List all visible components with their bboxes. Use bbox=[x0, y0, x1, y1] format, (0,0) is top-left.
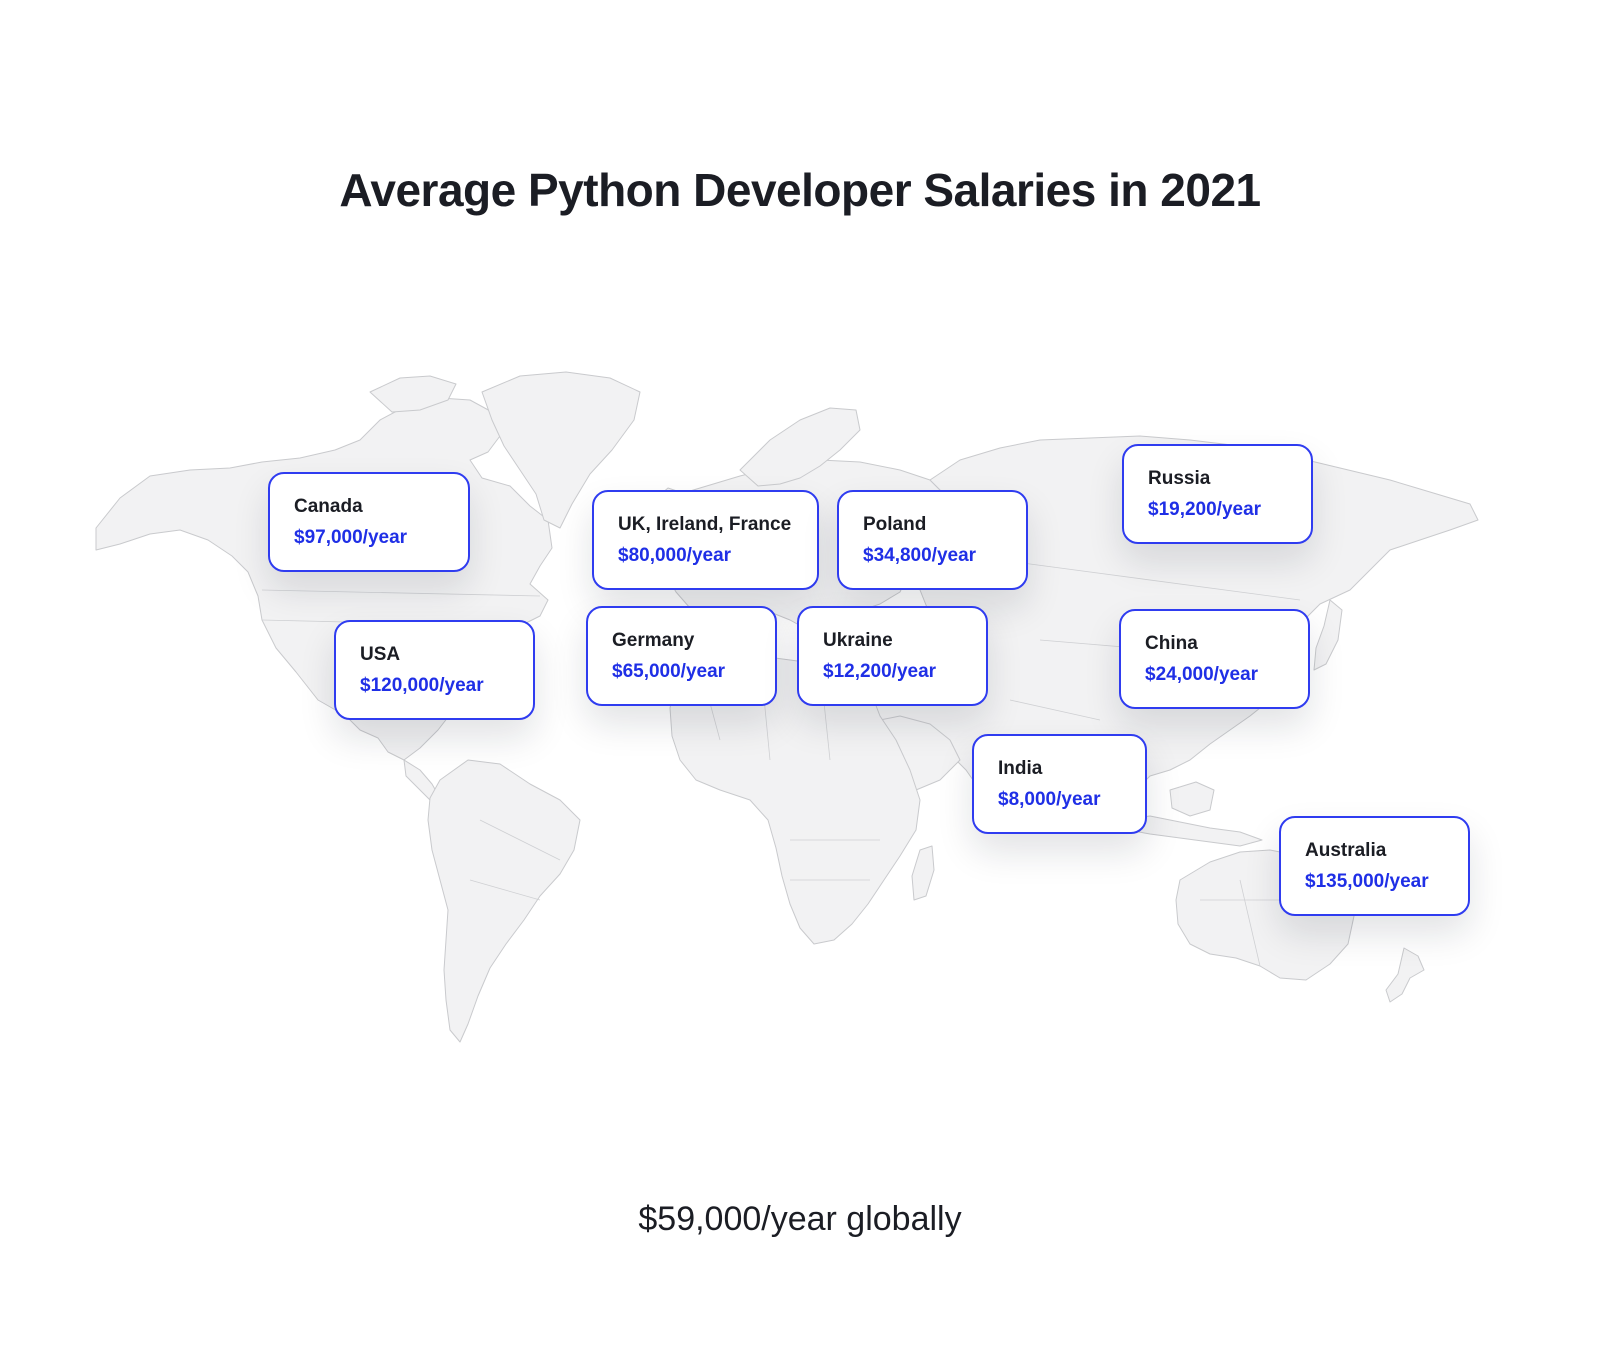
salary-card-canada: Canada $97,000/year bbox=[268, 472, 470, 572]
salary-value: $65,000/year bbox=[612, 661, 726, 682]
salary-value: $34,800/year bbox=[863, 545, 977, 566]
south-america-landmass bbox=[427, 759, 581, 1043]
madagascar-landmass bbox=[911, 845, 935, 901]
global-average: $59,000/year globally bbox=[638, 1200, 962, 1238]
salary-value: $19,200/year bbox=[1148, 499, 1262, 520]
salary-card-poland: Poland $34,800/year bbox=[837, 490, 1028, 590]
salary-card-germany: Germany $65,000/year bbox=[586, 606, 777, 706]
salary-value: $97,000/year bbox=[294, 527, 408, 548]
salary-card-uk-ireland-france: UK, Ireland, France $80,000/year bbox=[592, 490, 819, 590]
salary-card-russia: Russia $19,200/year bbox=[1122, 444, 1313, 544]
country-label: Germany bbox=[612, 630, 695, 651]
country-label: Russia bbox=[1148, 468, 1211, 489]
salary-value: $24,000/year bbox=[1145, 664, 1259, 685]
salary-value: $135,000/year bbox=[1305, 871, 1429, 892]
country-label: USA bbox=[360, 644, 401, 665]
country-label: China bbox=[1145, 633, 1198, 654]
salary-value: $8,000/year bbox=[998, 789, 1101, 810]
country-label: Australia bbox=[1305, 840, 1387, 861]
country-label: Ukraine bbox=[823, 630, 893, 651]
borneo-landmass bbox=[1169, 781, 1215, 817]
japan-landmass bbox=[1313, 599, 1343, 671]
country-label: Poland bbox=[863, 514, 927, 535]
salary-value: $80,000/year bbox=[618, 545, 732, 566]
country-label: UK, Ireland, France bbox=[618, 514, 792, 535]
salary-value: $120,000/year bbox=[360, 675, 484, 696]
salary-card-usa: USA $120,000/year bbox=[334, 620, 535, 720]
country-label: India bbox=[998, 758, 1043, 779]
country-label: Canada bbox=[294, 496, 363, 517]
new-zealand-landmass bbox=[1385, 947, 1425, 1003]
salary-card-india: India $8,000/year bbox=[972, 734, 1147, 834]
salary-value: $12,200/year bbox=[823, 661, 937, 682]
salary-card-australia: Australia $135,000/year bbox=[1279, 816, 1470, 916]
salary-card-ukraine: Ukraine $12,200/year bbox=[797, 606, 988, 706]
salary-card-china: China $24,000/year bbox=[1119, 609, 1310, 709]
